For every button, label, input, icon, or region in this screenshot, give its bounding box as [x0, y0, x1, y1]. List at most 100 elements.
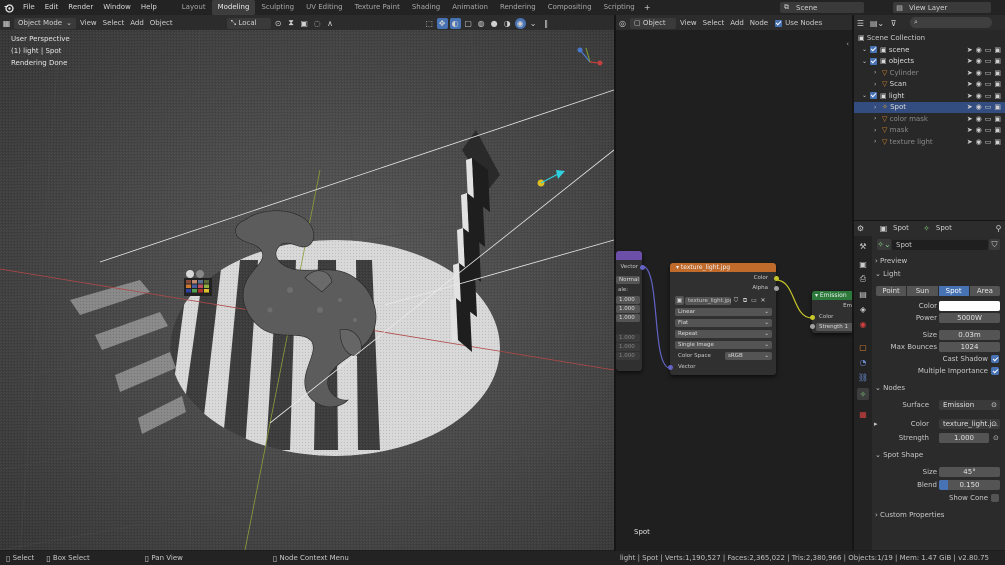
select-arrow-icon[interactable]: ➤ [967, 115, 973, 123]
select-arrow-icon[interactable]: ➤ [967, 57, 973, 65]
output-tab-icon[interactable]: ⎙ [857, 273, 869, 285]
interpolation-dropdown[interactable]: Linear ⌄ [675, 308, 772, 316]
emission-node-header[interactable]: ▾ Emission [812, 291, 852, 300]
render-tab-icon[interactable]: ▣ [857, 258, 869, 270]
select-arrow-icon[interactable]: ➤ [967, 103, 973, 111]
select-arrow-icon[interactable]: ➤ [967, 138, 973, 146]
extension-dropdown[interactable]: Repeat ⌄ [675, 330, 772, 338]
tab-modeling[interactable]: Modeling [211, 0, 256, 15]
size-field[interactable]: 0.03m [939, 330, 1000, 340]
node-menu-view[interactable]: View [677, 19, 700, 27]
pin-icon[interactable]: ⚲ [993, 223, 1004, 234]
camera-icon[interactable]: ▣ [994, 103, 1001, 111]
monitor-icon[interactable]: ▭ [985, 92, 992, 100]
texture-tab-icon[interactable]: ▦ [857, 408, 869, 420]
camera-icon[interactable]: ▣ [994, 126, 1001, 134]
color-space-dropdown[interactable]: sRGB ⌄ [725, 352, 772, 360]
strength-link-icon[interactable]: ⊙ [993, 434, 999, 442]
surface-dropdown[interactable]: Emission ⊙ [939, 400, 1000, 410]
open-folder-icon[interactable]: ▭ [750, 297, 758, 305]
use-nodes-checkbox[interactable] [775, 19, 783, 27]
disclosure-arrow-icon[interactable]: ⌄ [862, 46, 870, 53]
light-browse-icon[interactable]: ✧⌄ [877, 239, 891, 250]
disclosure-arrow-icon[interactable]: ⌄ [862, 92, 870, 99]
eye-icon[interactable]: ◉ [976, 126, 982, 134]
tab-layout[interactable]: Layout [176, 0, 212, 15]
camera-icon[interactable]: ▣ [994, 46, 1001, 54]
mapping-node-header[interactable] [616, 251, 642, 260]
outliner-item-texture-light[interactable]: › ▽ texture light ➤ ◉ ▭ ▣ [854, 136, 1005, 147]
monitor-icon[interactable]: ▭ [985, 115, 992, 123]
pause-render-icon[interactable]: ‖ [541, 18, 552, 29]
shading-options-icon[interactable]: ⌄ [528, 18, 539, 29]
exclude-checkbox[interactable] [870, 92, 877, 99]
node-menu-select[interactable]: Select [700, 19, 728, 27]
emission-node[interactable]: ▾ Emission Em Color Strength 1 [809, 291, 852, 333]
viewport-menu-add[interactable]: Add [127, 19, 147, 27]
emission-strength-socket[interactable] [809, 324, 815, 329]
snap-target-icon[interactable]: ▣ [299, 18, 310, 29]
light-type-spot[interactable]: Spot [938, 286, 969, 296]
camera-icon[interactable]: ▣ [994, 92, 1001, 100]
viewport-menu-view[interactable]: View [77, 19, 100, 27]
monitor-icon[interactable]: ▭ [985, 46, 992, 54]
texture-node-header[interactable]: ▾ texture_light.jpg [670, 263, 776, 272]
eye-icon[interactable]: ◉ [976, 138, 982, 146]
eye-icon[interactable]: ◉ [976, 115, 982, 123]
duplicate-icon[interactable]: ⧉ [741, 297, 749, 305]
disclosure-arrow-icon[interactable]: › [874, 69, 882, 76]
tab-rendering[interactable]: Rendering [494, 0, 542, 15]
node-color-dropdown[interactable]: texture_light.j... ⊙ [939, 419, 1000, 429]
outliner-item-light[interactable]: ⌄ ▣ light ➤ ◉ ▭ ▣ [854, 90, 1005, 101]
shader-type-dropdown[interactable]: ▢ Object [630, 17, 676, 29]
properties-type-icon[interactable]: ⚙ [855, 223, 866, 234]
power-field[interactable]: 5000W [939, 313, 1000, 323]
mode-dropdown[interactable]: Object Mode ⌄ [14, 17, 76, 29]
light-color-swatch[interactable] [939, 301, 1000, 311]
shading-material-icon[interactable]: ◑ [502, 18, 513, 29]
disclosure-arrow-icon[interactable]: › [874, 138, 882, 145]
outliner-item-scene[interactable]: ⌄ ▣ scene ➤ ◉ ▭ ▣ [854, 44, 1005, 55]
spot-size-field[interactable]: 45° [939, 467, 1000, 477]
filter-icon[interactable]: ⊽ [888, 18, 899, 29]
gizmo-icon[interactable]: ✥ [436, 17, 448, 29]
monitor-icon[interactable]: ▭ [985, 80, 992, 88]
tool-tab-icon[interactable]: ⚒ [857, 240, 869, 252]
snap-icon[interactable]: ⧗ [286, 18, 297, 29]
camera-icon[interactable]: ▣ [994, 57, 1001, 65]
mapping-type-field[interactable]: Normal [616, 276, 640, 284]
image-texture-node[interactable]: ▾ texture_light.jpg Color Alpha ▣ textur… [667, 263, 779, 375]
menu-render[interactable]: Render [63, 0, 98, 15]
select-arrow-icon[interactable]: ➤ [967, 80, 973, 88]
blend-slider[interactable]: 0.150 [939, 480, 1000, 490]
overlay-icon[interactable]: ◐ [449, 17, 461, 29]
view-object-types-icon[interactable]: ⬚ [424, 18, 435, 29]
menu-edit[interactable]: Edit [40, 0, 64, 15]
mapping-value-b1[interactable]: 1.000 [616, 343, 640, 351]
strength-field[interactable]: 1.000 [939, 433, 989, 443]
pivot-icon[interactable]: ⊙ [273, 18, 284, 29]
tab-compositing[interactable]: Compositing [542, 0, 598, 15]
outliner-item-spot[interactable]: › ✧ Spot ➤ ◉ ▭ ▣ [854, 101, 1005, 113]
scene-tab-icon[interactable]: ◈ [857, 303, 869, 315]
node-editor[interactable]: Vector Normal ale: 1.000 1.000 1.000 1.0… [616, 30, 852, 550]
camera-icon[interactable]: ▣ [994, 69, 1001, 77]
disclosure-arrow-icon[interactable]: › [874, 104, 882, 111]
exclude-checkbox[interactable] [870, 46, 877, 53]
orientation-dropdown[interactable]: ⤡ Local [226, 17, 271, 29]
camera-icon[interactable]: ▣ [994, 138, 1001, 146]
light-datablock-field[interactable]: Spot [892, 239, 988, 250]
tab-sculpting[interactable]: Sculpting [255, 0, 300, 15]
select-arrow-icon[interactable]: ➤ [967, 46, 973, 54]
tab-texture-paint[interactable]: Texture Paint [349, 0, 406, 15]
viewport-menu-select[interactable]: Select [100, 19, 128, 27]
outliner-search-input[interactable]: ⌕ [910, 17, 992, 28]
texture-color-socket[interactable] [773, 276, 779, 281]
unlink-icon[interactable]: ✕ [759, 297, 767, 305]
scene-selector[interactable]: ⧉ Scene [780, 2, 864, 13]
outliner-type-icon[interactable]: ☰ [855, 18, 866, 29]
emission-color-socket[interactable] [809, 315, 815, 320]
light-type-point[interactable]: Point [876, 286, 907, 296]
max-bounces-field[interactable]: 1024 [939, 342, 1000, 352]
proportional-edit-icon[interactable]: ◌ [312, 18, 323, 29]
